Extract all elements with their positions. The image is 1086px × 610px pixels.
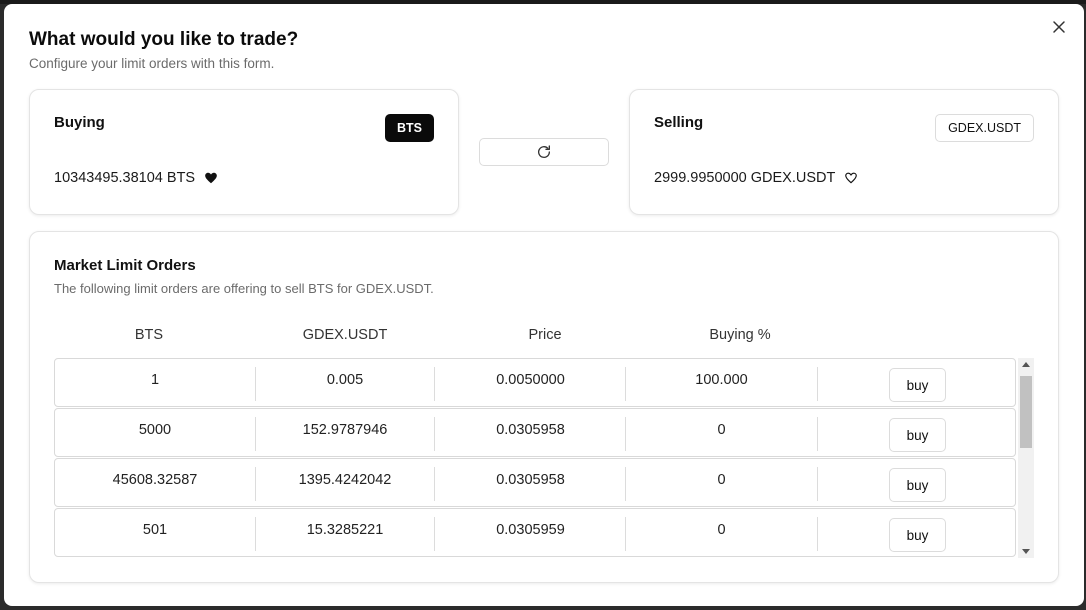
cell-buying-pct: 100.000: [695, 371, 748, 388]
cell-price: 0.0050000: [496, 371, 565, 388]
selling-balance-text: 2999.9950000 GDEX.USDT: [654, 170, 836, 186]
dialog-subtitle: Configure your limit orders with this fo…: [29, 56, 275, 71]
divider: [817, 517, 818, 551]
cell-usdt: 152.9787946: [302, 421, 388, 438]
cell-bts: 45608.32587: [112, 471, 198, 488]
cell-bts: 501: [142, 521, 168, 538]
cell-usdt: 15.3285221: [306, 521, 384, 538]
scroll-down-icon[interactable]: [1022, 549, 1030, 554]
cell-price: 0.0305958: [496, 471, 565, 488]
table-row: 5000 152.9787946 0.0305958 0 buy: [54, 408, 1016, 457]
table-row: 1 0.005 0.0050000 100.000 buy: [54, 358, 1016, 407]
cell-buying-pct: 0: [717, 521, 726, 538]
selling-card: Selling GDEX.USDT 2999.9950000 GDEX.USDT: [629, 89, 1059, 215]
divider: [817, 367, 818, 401]
cell-price: 0.0305959: [496, 521, 565, 538]
dialog-title: What would you like to trade?: [29, 29, 299, 50]
cell-buying-pct: 0: [717, 471, 726, 488]
selling-balance: 2999.9950000 GDEX.USDT: [654, 170, 858, 186]
column-header-bts: BTS: [134, 327, 164, 343]
scroll-thumb[interactable]: [1020, 376, 1032, 448]
orders-list[interactable]: 1 0.005 0.0050000 100.000 buy 5000 152.9…: [54, 358, 1034, 558]
divider: [817, 417, 818, 451]
column-header-price: Price: [528, 327, 562, 343]
selling-asset-button[interactable]: GDEX.USDT: [935, 114, 1034, 142]
swap-assets-button[interactable]: [479, 138, 609, 166]
table-row: 45608.32587 1395.4242042 0.0305958 0 buy: [54, 458, 1016, 507]
buying-balance-text: 10343495.38104 BTS: [54, 170, 196, 186]
heart-filled-icon[interactable]: [204, 171, 218, 185]
table-row: 501 15.3285221 0.0305959 0 buy: [54, 508, 1016, 557]
cell-usdt: 0.005: [326, 371, 364, 388]
close-icon[interactable]: [1050, 18, 1068, 36]
market-title: Market Limit Orders: [54, 257, 196, 274]
orders-scrollbar[interactable]: [1018, 358, 1034, 558]
cell-usdt: 1395.4242042: [298, 471, 392, 488]
market-orders-card: Market Limit Orders The following limit …: [29, 231, 1059, 583]
column-header-usdt: GDEX.USDT: [302, 327, 388, 343]
selling-label: Selling: [654, 114, 704, 131]
cell-buying-pct: 0: [717, 421, 726, 438]
cell-bts: 1: [150, 371, 160, 388]
buying-balance: 10343495.38104 BTS: [54, 170, 218, 186]
buy-button[interactable]: buy: [889, 418, 946, 452]
divider: [817, 467, 818, 501]
column-header-buying-pct: Buying %: [709, 327, 771, 343]
trade-dialog: What would you like to trade? Configure …: [4, 4, 1084, 606]
buying-label: Buying: [54, 114, 105, 131]
buying-asset-button[interactable]: BTS: [385, 114, 434, 142]
scroll-up-icon[interactable]: [1022, 362, 1030, 367]
heart-outline-icon[interactable]: [844, 171, 858, 185]
cell-bts: 5000: [138, 421, 172, 438]
market-subtitle: The following limit orders are offering …: [54, 281, 434, 296]
cell-price: 0.0305958: [496, 421, 565, 438]
buy-button[interactable]: buy: [889, 518, 946, 552]
buy-button[interactable]: buy: [889, 468, 946, 502]
buy-button[interactable]: buy: [889, 368, 946, 402]
refresh-icon: [538, 145, 550, 158]
buying-card: Buying BTS 10343495.38104 BTS: [29, 89, 459, 215]
